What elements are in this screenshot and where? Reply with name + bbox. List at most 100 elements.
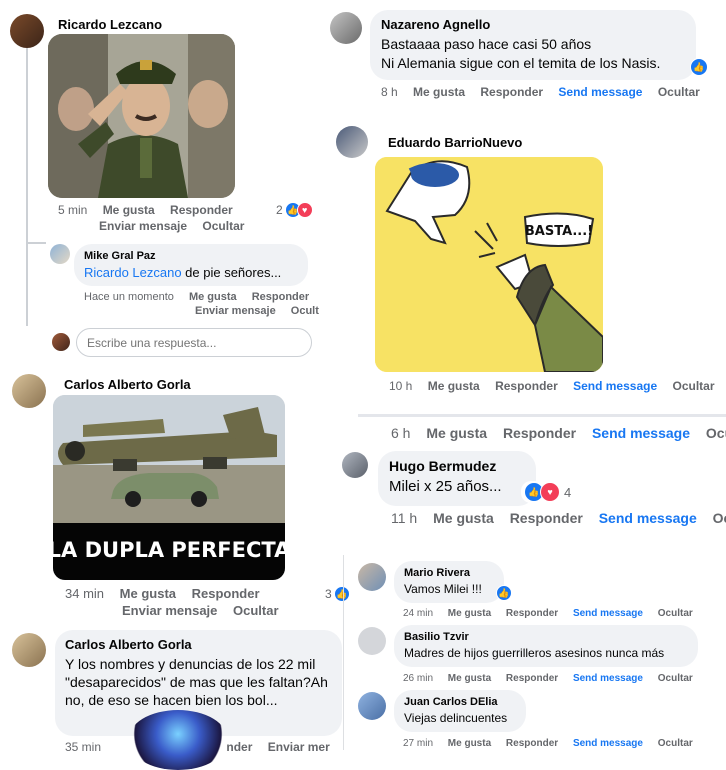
comment-text: Vamos Milei !!! (404, 582, 482, 596)
send-message-button[interactable]: Send message (558, 85, 642, 99)
reply-button[interactable]: Responder (506, 673, 558, 684)
avatar[interactable] (336, 126, 368, 158)
comment-time[interactable]: 10 h (389, 379, 412, 393)
hide-button[interactable]: Ocult (291, 305, 319, 317)
reply-button[interactable]: nder (226, 740, 252, 754)
hide-button[interactable]: Ocu (706, 425, 726, 441)
like-button[interactable]: Me gusta (120, 586, 176, 601)
reply-button[interactable]: Responder (170, 203, 233, 217)
send-message-button[interactable]: Send message (599, 510, 697, 526)
reaction-summary[interactable]: 3 👍 (325, 586, 350, 602)
reply-button[interactable]: Responder (480, 85, 543, 99)
send-message-button[interactable]: Send message (573, 379, 657, 393)
reply-button[interactable]: Responder (506, 608, 558, 619)
like-button[interactable]: Me gusta (189, 291, 237, 303)
avatar[interactable] (10, 14, 44, 48)
comment-text: Viejas delincuentes (404, 711, 508, 725)
hide-button[interactable]: Ocultar (672, 379, 714, 393)
comment-author[interactable]: Mario Rivera (404, 567, 494, 579)
send-message-button[interactable]: Enviar mer (268, 740, 330, 754)
comment-actions: 8 h Me gusta Responder Send message Ocul… (381, 85, 712, 99)
speech-bubble-text: BASTA...! (525, 224, 593, 239)
reply-button[interactable]: Responder (192, 586, 260, 601)
comment-time[interactable]: 5 min (58, 203, 87, 217)
send-message-button[interactable]: Send message (573, 738, 643, 749)
column-divider (343, 555, 344, 750)
comment-author[interactable]: Nazareno Agnello (381, 17, 685, 32)
comment-bubble: Mario Rivera Vamos Milei !!! (394, 561, 504, 603)
like-button[interactable]: Me gusta (426, 425, 487, 441)
like-button[interactable]: Me gusta (448, 608, 491, 619)
comment-author[interactable]: Carlos Alberto Gorla (64, 377, 191, 392)
comment-image[interactable] (48, 34, 235, 198)
comment-actions: 24 min Me gusta Responder Send message O… (403, 608, 705, 619)
hide-button[interactable]: Ocultar (202, 219, 244, 233)
avatar[interactable] (330, 12, 362, 44)
send-message-button[interactable]: Send message (573, 608, 643, 619)
like-icon[interactable]: 👍 (690, 58, 708, 76)
reaction-summary[interactable]: 2 👍 ♥ (276, 202, 313, 218)
avatar[interactable] (358, 563, 386, 591)
hide-button[interactable]: Ocultar (658, 738, 693, 749)
comment-author[interactable]: Ricardo Lezcano (58, 17, 162, 32)
comment-text: Bastaaaa paso hace casi 50 años (381, 36, 592, 52)
comment-actions: 5 min Me gusta Responder Enviar mensaje … (58, 203, 268, 233)
send-message-button[interactable]: Enviar mensaje (122, 603, 217, 618)
comment-author[interactable]: Hugo Bermudez (389, 458, 525, 474)
comment-time[interactable]: 8 h (381, 85, 398, 99)
comment-bubble: Basilio Tzvir Madres de hijos guerriller… (394, 625, 698, 667)
avatar[interactable] (358, 627, 386, 655)
avatar[interactable] (358, 692, 386, 720)
comment-image[interactable]: LA DUPLA PERFECTA (53, 395, 285, 580)
reply-bubble: Mike Gral Paz Ricardo Lezcano de pie señ… (74, 244, 308, 286)
reply-button[interactable]: Responder (510, 510, 583, 526)
send-message-button[interactable]: Enviar mensaje (99, 219, 187, 233)
hide-button[interactable]: Ocultar (658, 673, 693, 684)
like-button[interactable]: Me gusta (448, 738, 491, 749)
comment-time[interactable]: 6 h (391, 425, 410, 441)
reply-button[interactable]: Responder (506, 738, 558, 749)
hide-button[interactable]: Oc (713, 510, 726, 526)
avatar[interactable] (12, 374, 46, 408)
reaction-summary[interactable]: 👍 ♥ 4 (521, 481, 575, 503)
like-button[interactable]: Me gusta (433, 510, 494, 526)
send-message-button[interactable]: Send message (573, 673, 643, 684)
comment-author[interactable]: Carlos Alberto Gorla (65, 637, 332, 652)
love-icon: ♥ (540, 482, 560, 502)
reply-button[interactable]: Responder (252, 291, 309, 303)
reply-input[interactable] (76, 328, 312, 357)
comment-time[interactable]: 35 min (65, 740, 101, 754)
like-button[interactable]: Me gusta (428, 379, 480, 393)
comment-time[interactable]: Hace un momento (84, 291, 174, 303)
comment-time[interactable]: 24 min (403, 608, 433, 619)
hide-button[interactable]: Ocultar (658, 608, 693, 619)
avatar[interactable] (50, 244, 70, 264)
hide-button[interactable]: Ocultar (658, 85, 700, 99)
like-button[interactable]: Me gusta (448, 673, 491, 684)
comment-author[interactable]: Mike Gral Paz (84, 250, 298, 262)
avatar[interactable] (342, 452, 368, 478)
reply-button[interactable]: Responder (495, 379, 558, 393)
comment-actions: 11 h Me gusta Responder Send message Oc (391, 510, 726, 526)
comment-author[interactable]: Eduardo BarrioNuevo (388, 135, 522, 150)
like-button[interactable]: Me gusta (103, 203, 155, 217)
reaction-count: 3 (325, 587, 332, 601)
reaction-count: 4 (564, 484, 572, 500)
screenshot-divider (358, 414, 726, 417)
hide-button[interactable]: Ocultar (233, 603, 279, 618)
comment-time[interactable]: 34 min (65, 586, 104, 601)
mention-link[interactable]: Ricardo Lezcano (84, 265, 182, 280)
send-message-button[interactable]: Send message (592, 425, 690, 441)
comment-time[interactable]: 27 min (403, 738, 433, 749)
like-icon[interactable]: 👍 (496, 585, 512, 601)
comment-bubble: Nazareno Agnello Bastaaaa paso hace casi… (370, 10, 696, 80)
avatar[interactable] (12, 633, 46, 667)
comment-time[interactable]: 11 h (391, 510, 417, 526)
comment-time[interactable]: 26 min (403, 673, 433, 684)
like-button[interactable]: Me gusta (413, 85, 465, 99)
send-message-button[interactable]: Enviar mensaje (195, 305, 276, 317)
comment-image[interactable]: BASTA...! (375, 157, 603, 372)
comment-author[interactable]: Basilio Tzvir (404, 631, 688, 643)
comment-author[interactable]: Juan Carlos DElia (404, 696, 516, 708)
reply-button[interactable]: Responder (503, 425, 576, 441)
